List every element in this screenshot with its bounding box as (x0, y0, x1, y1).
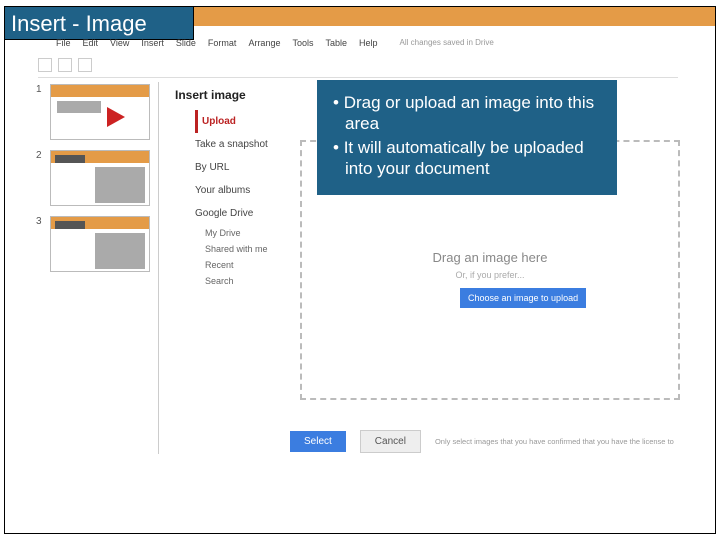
sidebar-item-shared[interactable]: Shared with me (195, 241, 285, 257)
cancel-button[interactable]: Cancel (360, 430, 421, 453)
sidebar-item-byurl[interactable]: By URL (195, 156, 285, 179)
choose-image-button[interactable]: Choose an image to upload (460, 288, 586, 308)
thumb-divider (158, 82, 159, 454)
drop-zone-subtext: Or, if you prefer... (300, 270, 680, 280)
sidebar-item-snapshot[interactable]: Take a snapshot (195, 133, 285, 156)
redo-button[interactable] (78, 58, 92, 72)
sidebar-item-upload[interactable]: Upload (195, 110, 285, 133)
sidebar-item-search[interactable]: Search (195, 273, 285, 289)
modal-title: Insert image (175, 88, 246, 102)
thumbnail-1[interactable] (50, 84, 150, 140)
slide-title: Insert - Image (4, 6, 194, 40)
menu-file[interactable]: File (56, 38, 71, 54)
sidebar-item-recent[interactable]: Recent (195, 257, 285, 273)
sidebar-item-albums[interactable]: Your albums (195, 179, 285, 202)
modal-sidebar: Upload Take a snapshot By URL Your album… (195, 110, 285, 289)
callout-bullet-2: It will automatically be uploaded into y… (333, 137, 601, 180)
disclaimer-text: Only select images that you have confirm… (435, 437, 674, 446)
menu-bar: File Edit View Insert Slide Format Arran… (56, 38, 494, 54)
drop-zone-text: Drag an image here (300, 250, 680, 265)
modal-footer: Select Cancel Only select images that yo… (290, 430, 674, 453)
thumb-number: 1 (36, 84, 44, 95)
undo-button[interactable] (58, 58, 72, 72)
sidebar-item-mydrive[interactable]: My Drive (195, 225, 285, 241)
toolbar (38, 56, 678, 78)
save-status: All changes saved in Drive (400, 38, 494, 54)
menu-help[interactable]: Help (359, 38, 378, 54)
instruction-callout: Drag or upload an image into this area I… (317, 80, 617, 195)
menu-view[interactable]: View (110, 38, 129, 54)
play-icon (107, 107, 125, 127)
select-button[interactable]: Select (290, 431, 346, 452)
menu-arrange[interactable]: Arrange (248, 38, 280, 54)
thumbnail-3[interactable] (50, 216, 150, 272)
new-slide-button[interactable] (38, 58, 52, 72)
thumbnail-2[interactable] (50, 150, 150, 206)
menu-tools[interactable]: Tools (292, 38, 313, 54)
slide-thumbnails: 1 2 3 (36, 84, 156, 282)
menu-edit[interactable]: Edit (83, 38, 99, 54)
menu-insert[interactable]: Insert (141, 38, 164, 54)
sidebar-item-drive[interactable]: Google Drive (195, 202, 285, 225)
menu-table[interactable]: Table (325, 38, 347, 54)
thumb-number: 3 (36, 216, 44, 227)
callout-bullet-1: Drag or upload an image into this area (333, 92, 601, 135)
menu-slide[interactable]: Slide (176, 38, 196, 54)
thumb-number: 2 (36, 150, 44, 161)
menu-format[interactable]: Format (208, 38, 237, 54)
